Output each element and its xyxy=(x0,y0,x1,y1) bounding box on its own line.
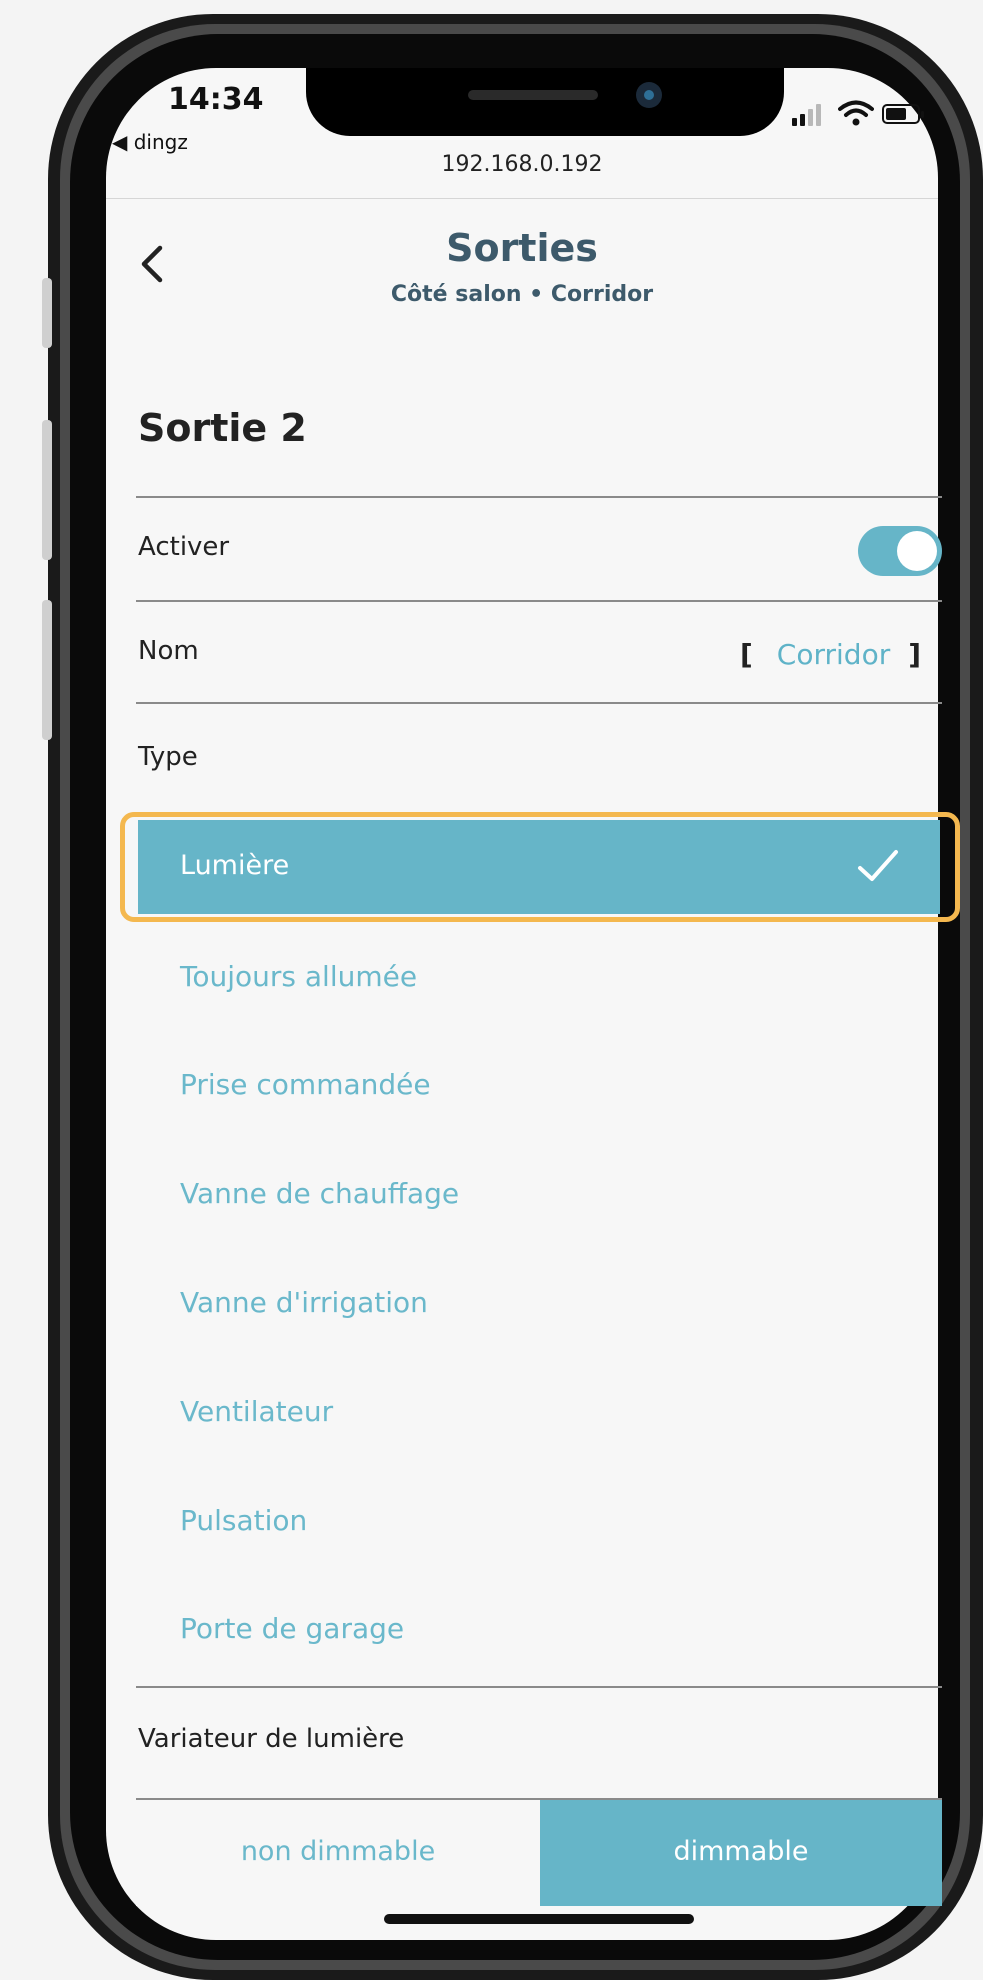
checkmark-icon xyxy=(858,850,898,881)
battery-icon xyxy=(882,104,924,124)
toggle-knob xyxy=(897,531,937,571)
back-to-app-link[interactable]: ◀ dingz xyxy=(112,130,188,154)
wifi-icon xyxy=(838,100,874,126)
activate-label: Activer xyxy=(138,532,230,562)
page-subtitle: Côté salon • Corridor xyxy=(390,282,654,307)
divider xyxy=(136,496,942,498)
type-option[interactable]: Toujours allumée xyxy=(180,960,417,993)
type-option-label: Lumière xyxy=(180,850,290,881)
name-label: Nom xyxy=(138,636,199,666)
dimmer-option-on-label: dimmable xyxy=(673,1836,809,1867)
mute-switch xyxy=(42,278,52,348)
name-value[interactable]: [ Corridor] xyxy=(740,638,921,671)
type-option[interactable]: Vanne d'irrigation xyxy=(180,1286,428,1319)
bracket-close: ] xyxy=(908,638,922,671)
dimmer-option-off-label: non dimmable xyxy=(240,1836,436,1867)
status-icons xyxy=(786,100,936,126)
name-value-text[interactable]: Corridor xyxy=(777,638,890,671)
divider xyxy=(136,600,942,602)
volume-up-button xyxy=(42,420,52,560)
url-bar[interactable]: 192.168.0.192 xyxy=(106,152,938,177)
volume-down-button xyxy=(42,600,52,740)
type-option-selected[interactable]: Lumière xyxy=(138,820,940,914)
bracket-open: [ xyxy=(740,638,753,671)
screen xyxy=(106,68,938,1940)
type-option[interactable]: Porte de garage xyxy=(180,1612,404,1645)
type-option[interactable]: Prise commandée xyxy=(180,1068,431,1101)
activate-toggle[interactable] xyxy=(858,526,942,576)
divider xyxy=(136,1686,942,1688)
status-time: 14:34 xyxy=(168,82,264,117)
divider xyxy=(136,702,942,704)
speaker xyxy=(468,90,598,100)
dimmer-label: Variateur de lumière xyxy=(138,1724,405,1754)
type-label: Type xyxy=(138,742,198,772)
front-camera xyxy=(636,82,662,108)
type-option[interactable]: Pulsation xyxy=(180,1504,307,1537)
dimmer-option-on[interactable]: dimmable xyxy=(540,1800,942,1906)
home-indicator[interactable] xyxy=(384,1914,694,1924)
section-title: Sortie 2 xyxy=(138,406,307,450)
type-option[interactable]: Ventilateur xyxy=(180,1395,333,1428)
type-option[interactable]: Vanne de chauffage xyxy=(180,1177,459,1210)
page-title: Sorties xyxy=(446,226,598,270)
dimmer-option-off[interactable]: non dimmable xyxy=(136,1800,540,1906)
notch xyxy=(306,68,784,136)
url-divider xyxy=(106,198,938,199)
